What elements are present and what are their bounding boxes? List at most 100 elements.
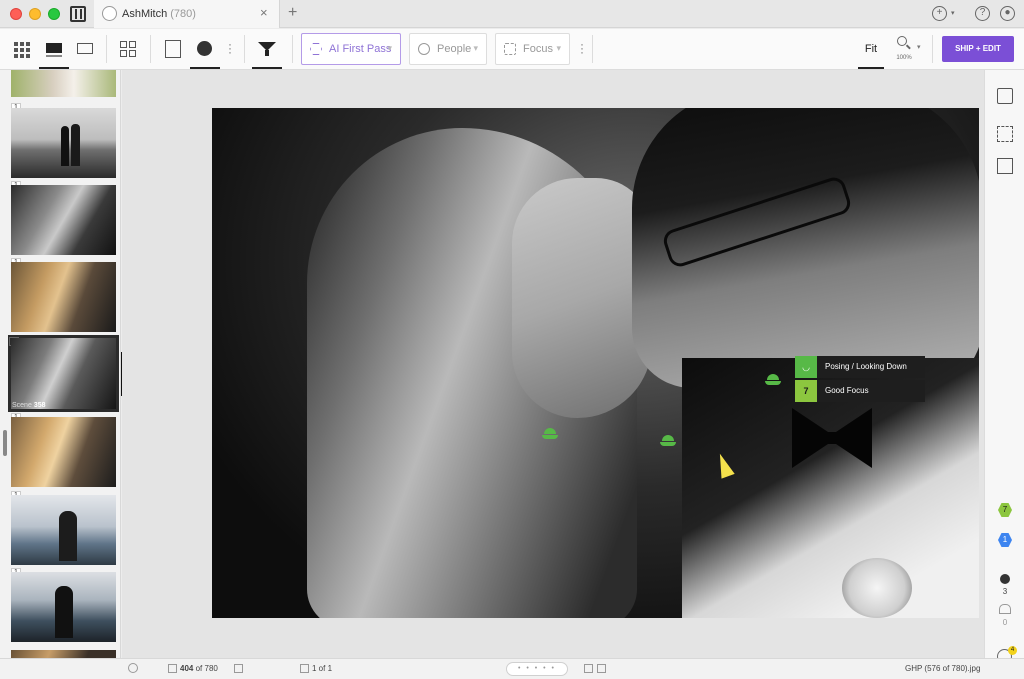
scene-label: Scene 358	[12, 402, 46, 409]
tab-close-button[interactable]: ×	[260, 5, 268, 20]
film-thumbnail	[11, 495, 116, 565]
film-thumbnail	[11, 572, 116, 642]
add-circle-icon[interactable]: +	[932, 6, 947, 21]
film-thumbnail	[11, 650, 116, 658]
stack-icon[interactable]	[234, 664, 243, 673]
catalog-tab-icon	[102, 6, 117, 21]
tab-title: AshMitch (780)	[122, 8, 196, 20]
filter-button[interactable]	[252, 38, 282, 69]
zoom-level: 100%	[896, 55, 912, 61]
chevron-down-icon: ▾	[387, 43, 392, 53]
film-item-selected[interactable]: 1 Scene 358	[8, 335, 119, 412]
details-panel-icon[interactable]	[997, 88, 1013, 104]
people-label: People	[437, 43, 472, 55]
grid-icon	[14, 42, 32, 58]
no-rating-icon[interactable]	[128, 663, 138, 673]
film-item[interactable]: 1	[8, 568, 119, 644]
catalog-tab[interactable]: AshMitch (780) ×	[94, 0, 280, 28]
people-count: 3	[1002, 587, 1008, 596]
tag-row-posing[interactable]: ◡ Posing / Looking Down	[795, 356, 925, 378]
ai-first-pass-filter[interactable]: AI First Pass ▾	[301, 33, 401, 65]
film-item[interactable]	[8, 70, 119, 98]
person-icon	[418, 43, 430, 55]
film-thumbnail	[11, 417, 116, 487]
scenes-button[interactable]	[162, 38, 184, 60]
close-window-button[interactable]	[10, 8, 22, 20]
capture-time-button[interactable]	[190, 38, 220, 69]
tag-row-focus[interactable]: 7 Good Focus	[795, 380, 925, 402]
more-options-icon[interactable]: · · ·	[228, 38, 232, 58]
focus-label: Focus	[523, 43, 553, 55]
bride-face	[512, 178, 652, 418]
survey-icon	[129, 50, 136, 57]
film-thumbnail	[11, 185, 116, 255]
film-item[interactable]	[8, 650, 119, 658]
focus-filter[interactable]: Focus ▾	[495, 33, 570, 65]
focus-badge[interactable]: 7	[998, 503, 1012, 517]
filters-more-icon[interactable]: · · ·	[580, 38, 584, 58]
scenes-list-icon	[165, 40, 181, 58]
ai-first-pass-label: AI First Pass	[329, 43, 392, 55]
eye-closed-icon: ◡	[795, 356, 817, 378]
tab-name: AshMitch	[122, 8, 168, 20]
face-marker[interactable]	[542, 428, 558, 440]
app-window: AshMitch (780) × + + ▾ ? ● · · · AI Firs…	[0, 0, 1024, 679]
filmstrip-scrollbar[interactable]	[3, 430, 7, 456]
group-icon[interactable]	[999, 604, 1011, 614]
person-icon[interactable]	[1000, 574, 1010, 584]
image-edit-icon[interactable]	[997, 158, 1013, 174]
focus-score: 7	[795, 380, 817, 402]
page-icon	[300, 664, 309, 673]
tab-count: (780)	[170, 8, 196, 20]
right-rail: 7 1 3 0 4	[984, 70, 1024, 664]
account-icon[interactable]: ●	[1000, 6, 1015, 21]
film-thumbnail	[11, 108, 116, 178]
zoom-caret-icon[interactable]: ▾	[917, 43, 921, 51]
film-thumbnail	[11, 70, 116, 97]
image-position: 404 of 780	[180, 664, 218, 673]
film-item[interactable]: 1	[8, 103, 119, 180]
film-item[interactable]: 1	[8, 413, 119, 489]
chevron-down-icon: ▾	[556, 43, 561, 53]
grid-view-button[interactable]	[12, 38, 34, 60]
ship-edit-button[interactable]: SHIP + EDIT	[942, 36, 1014, 62]
face-marker[interactable]	[765, 374, 781, 386]
tag-label: Good Focus	[825, 386, 869, 395]
help-icon[interactable]: ?	[975, 6, 990, 21]
status-bar: 404 of 780 1 of 1 • • • • • GHP (576 of …	[0, 658, 1024, 679]
film-item[interactable]: 1	[8, 181, 119, 257]
group-count: 0	[1002, 618, 1008, 627]
notification-count: 4	[1008, 646, 1017, 655]
clock-icon	[197, 41, 212, 56]
film-thumbnail	[11, 262, 116, 332]
survey-view-button[interactable]	[118, 38, 140, 60]
zoom-window-button[interactable]	[48, 8, 60, 20]
add-menu-caret-icon[interactable]: ▾	[951, 9, 955, 17]
face-marker[interactable]	[660, 435, 676, 447]
zoom-button[interactable]: 100%	[893, 34, 915, 64]
film-item[interactable]: 1	[8, 258, 119, 334]
new-tab-button[interactable]: +	[288, 4, 297, 22]
fit-zoom-button[interactable]: Fit	[858, 38, 884, 69]
film-thumbnail	[11, 338, 116, 409]
tag-label: Posing / Looking Down	[825, 362, 907, 371]
photo-tags-popup: ◡ Posing / Looking Down 7 Good Focus	[795, 356, 925, 402]
pagination-dots[interactable]: • • • • •	[506, 662, 568, 676]
image-count-icon	[168, 664, 177, 673]
page-indicator: 1 of 1	[312, 664, 333, 673]
loupe-view-button[interactable]	[39, 38, 69, 69]
people-filter[interactable]: People ▾	[409, 33, 487, 65]
prev-icon[interactable]	[584, 664, 593, 673]
chevron-down-icon: ▾	[473, 43, 478, 53]
filename: GHP (576 of 780).jpg	[905, 664, 981, 673]
crop-icon[interactable]	[997, 126, 1013, 142]
main-toolbar: · · · AI First Pass ▾ People ▾ Focus ▾ · · ·…	[0, 29, 1024, 70]
minimize-window-button[interactable]	[29, 8, 41, 20]
film-item[interactable]: 1	[8, 491, 119, 567]
compare-view-button[interactable]	[74, 38, 96, 60]
filmstrip: 1 1 1 1 Scene 358 1 1	[0, 70, 121, 658]
next-icon[interactable]	[597, 664, 606, 673]
title-bar: AshMitch (780) × + + ▾ ? ●	[0, 0, 1024, 28]
blue-badge[interactable]: 1	[998, 533, 1012, 547]
hexagon-icon	[310, 43, 322, 55]
